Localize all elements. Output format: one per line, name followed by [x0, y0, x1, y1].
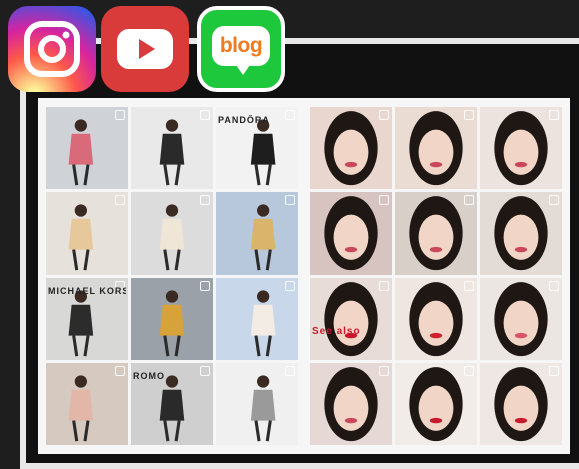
multi-post-icon	[379, 280, 389, 291]
beauty-tile[interactable]	[310, 192, 392, 275]
blog-icon[interactable]: blog	[197, 6, 285, 92]
multi-post-icon	[200, 110, 210, 120]
multi-post-icon	[549, 365, 559, 376]
multi-post-icon	[200, 280, 210, 291]
multi-post-icon	[464, 280, 474, 291]
beauty-tile[interactable]	[310, 362, 392, 445]
fashion-tile[interactable]	[216, 192, 298, 275]
youtube-icon[interactable]	[101, 6, 189, 92]
fashion-caption: ROMO	[133, 370, 165, 381]
multi-post-icon	[549, 110, 559, 120]
multi-post-icon	[379, 110, 389, 120]
fashion-tile[interactable]	[216, 277, 298, 360]
multi-post-icon	[115, 195, 125, 206]
multi-post-icon	[379, 195, 389, 206]
multi-post-icon	[285, 195, 295, 206]
instagram-glyph-icon	[24, 21, 80, 77]
multi-post-icon	[379, 365, 389, 376]
beauty-tile[interactable]	[395, 107, 477, 190]
fashion-tile[interactable]: ROMO	[131, 362, 213, 445]
beauty-tile[interactable]	[395, 192, 477, 275]
multi-post-icon	[285, 280, 295, 291]
beauty-photo-grid: See also	[310, 107, 562, 445]
multi-post-icon	[549, 280, 559, 291]
fashion-tile[interactable]	[46, 107, 128, 190]
youtube-play-icon	[117, 29, 173, 69]
fashion-tile[interactable]	[131, 277, 213, 360]
fashion-tile[interactable]	[216, 362, 298, 445]
blog-label: blog	[219, 34, 263, 57]
multi-post-icon	[464, 365, 474, 376]
fashion-tile[interactable]: PANDÔRA	[216, 107, 298, 190]
speech-bubble-icon: blog	[212, 26, 270, 75]
fashion-tile[interactable]	[131, 107, 213, 190]
fashion-tile[interactable]	[131, 192, 213, 275]
beauty-tile[interactable]	[395, 277, 477, 360]
multi-post-icon	[285, 365, 295, 376]
beauty-tile[interactable]	[395, 362, 477, 445]
fashion-tile[interactable]	[46, 362, 128, 445]
multi-post-icon	[464, 110, 474, 120]
beauty-tile[interactable]	[480, 277, 562, 360]
beauty-tile[interactable]	[310, 107, 392, 190]
multi-post-icon	[200, 195, 210, 206]
fashion-photo-grid: PANDÔRA MICHAEL KORS ROMO	[46, 107, 298, 445]
beauty-tile[interactable]	[480, 107, 562, 190]
multi-post-icon	[549, 195, 559, 206]
beauty-caption: See also	[312, 325, 361, 337]
multi-post-icon	[115, 365, 125, 376]
multi-post-icon	[464, 195, 474, 206]
fashion-caption: PANDÔRA	[218, 115, 270, 125]
fashion-caption: MICHAEL KORS	[48, 285, 126, 296]
multi-post-icon	[115, 110, 125, 120]
beauty-tile[interactable]: See also	[310, 277, 392, 360]
instagram-icon[interactable]	[8, 6, 96, 92]
beauty-tile[interactable]	[480, 192, 562, 275]
fashion-tile[interactable]	[46, 192, 128, 275]
beauty-tile[interactable]	[480, 362, 562, 445]
fashion-tile[interactable]: MICHAEL KORS	[46, 277, 128, 360]
